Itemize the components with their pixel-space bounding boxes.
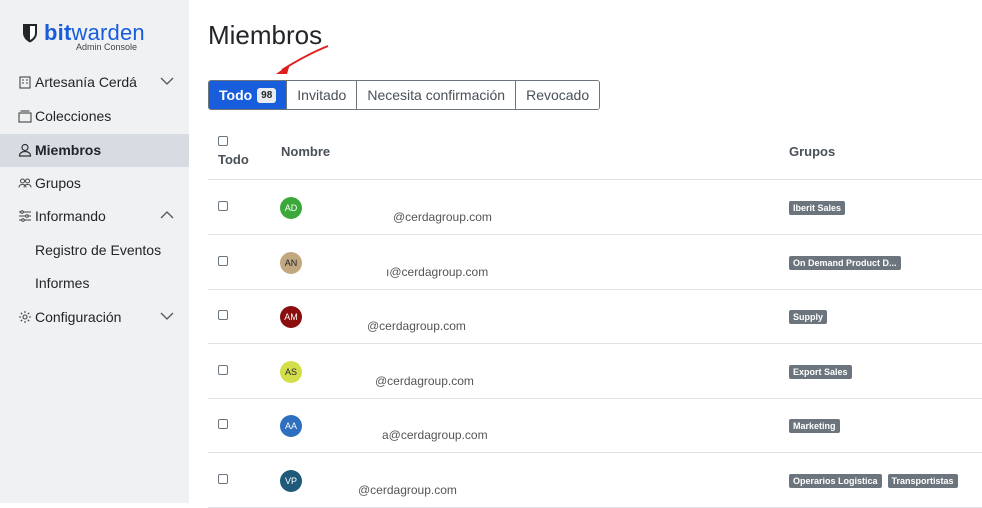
group-badges: Marketing [789,419,840,433]
row-checkbox[interactable] [218,310,228,320]
avatar: AD [280,197,302,219]
sidebar-item-reports[interactable]: Informes [0,267,189,300]
member-email[interactable]: @cerdagroup.com [367,319,466,333]
chevron-up-icon [160,211,174,219]
group-badges: Operarios Logistica Transportistas [789,474,958,488]
avatar: AN [280,252,302,274]
table-row[interactable]: AA a@cerdagroup.com Marketing [208,398,982,453]
select-all-checkbox[interactable] [218,136,228,146]
sidebar-item-label: Configuración [35,309,122,325]
building-icon [19,76,31,89]
sliders-icon [19,210,31,222]
sidebar-item-collections[interactable]: Colecciones [0,100,189,133]
sidebar-item-reporting[interactable]: Informando [0,200,189,233]
table-row[interactable]: AN ı@cerdagroup.com On Demand Product D... [208,235,982,290]
tab-needs-confirmation[interactable]: Necesita confirmación [356,81,516,109]
table-row[interactable]: VP @cerdagroup.com Operarios Logistica Tran… [208,453,982,508]
sidebar-item-label: Registro de Eventos [35,242,162,258]
tab-label: Todo [219,87,253,103]
sidebar-item-label: Artesanía Cerdá [35,74,137,90]
user-icon [18,143,32,157]
column-header-all: Todo [218,152,249,167]
bitwarden-shield-icon [23,24,37,43]
users-icon [18,178,32,188]
row-checkbox[interactable] [218,474,228,484]
sidebar-item-label: Colecciones [35,108,112,124]
group-badge: On Demand Product D... [789,256,901,270]
member-email[interactable]: @cerdagroup.com [375,374,474,388]
row-checkbox[interactable] [218,256,228,266]
group-badge: Iberit Sales [789,201,846,215]
chevron-down-icon [160,312,174,320]
member-email[interactable]: ı@cerdagroup.com [386,265,488,279]
collections-icon [18,110,32,123]
count-badge: 98 [257,87,277,103]
table-header: Todo Nombre Grupos [208,124,982,180]
table-row[interactable]: AM @cerdagroup.com Supply [208,289,982,344]
sidebar-item-groups[interactable]: Grupos [0,167,189,200]
row-checkbox[interactable] [218,419,228,429]
tab-revoked[interactable]: Revocado [515,81,600,109]
group-badge: Supply [789,310,828,324]
group-badges: Iberit Sales [789,201,846,215]
tab-label: Invitado [297,87,347,103]
sidebar-item-organization[interactable]: Artesanía Cerdá [0,66,189,99]
member-email[interactable]: @cerdagroup.com [358,483,457,497]
tab-invited[interactable]: Invitado [286,81,357,109]
gear-icon [19,311,31,323]
avatar: AM [280,306,302,328]
table-row[interactable]: AD @cerdagroup.com Iberit Sales [208,180,982,235]
sidebar-item-event-logs[interactable]: Registro de Eventos [0,234,189,267]
chevron-down-icon [160,77,174,85]
sidebar-item-label: Informando [35,208,106,224]
sidebar-item-settings[interactable]: Configuración [0,301,189,334]
group-badge: Transportistas [887,474,958,488]
row-checkbox[interactable] [218,201,228,211]
tab-label: Revocado [526,87,590,103]
group-badges: Supply [789,310,828,324]
member-email[interactable]: @cerdagroup.com [393,210,492,224]
avatar: AS [280,361,302,383]
group-badge: Operarios Logistica [789,474,882,488]
app-window: bitwarden Admin Console Artesanía Cerdá … [0,0,982,508]
sidebar-item-label: Informes [35,275,90,291]
brand-logo[interactable]: bitwarden Admin Console [22,20,162,54]
annotation-arrow-icon [276,45,329,74]
column-header-name[interactable]: Nombre [281,144,330,159]
sidebar-item-label: Miembros [35,142,102,158]
sidebar-item-members[interactable]: Miembros [0,134,189,167]
group-badges: On Demand Product D... [789,256,901,270]
group-badges: Export Sales [789,365,852,379]
member-email[interactable]: a@cerdagroup.com [382,428,488,442]
table-row[interactable]: AS @cerdagroup.com Export Sales [208,344,982,399]
member-status-tabs: Todo 98 Invitado Necesita confirmación R… [208,80,601,110]
row-checkbox[interactable] [218,365,228,375]
column-header-groups[interactable]: Grupos [789,144,835,159]
tab-all[interactable]: Todo 98 [209,81,287,109]
tab-label: Necesita confirmación [367,87,506,103]
brand-subtitle: Admin Console [76,42,138,52]
sidebar-item-label: Grupos [35,175,81,191]
group-badge: Marketing [789,419,840,433]
group-badge: Export Sales [789,365,852,379]
avatar: AA [280,415,302,437]
sidebar: bitwarden Admin Console Artesanía Cerdá … [0,0,189,503]
avatar: VP [280,470,302,492]
